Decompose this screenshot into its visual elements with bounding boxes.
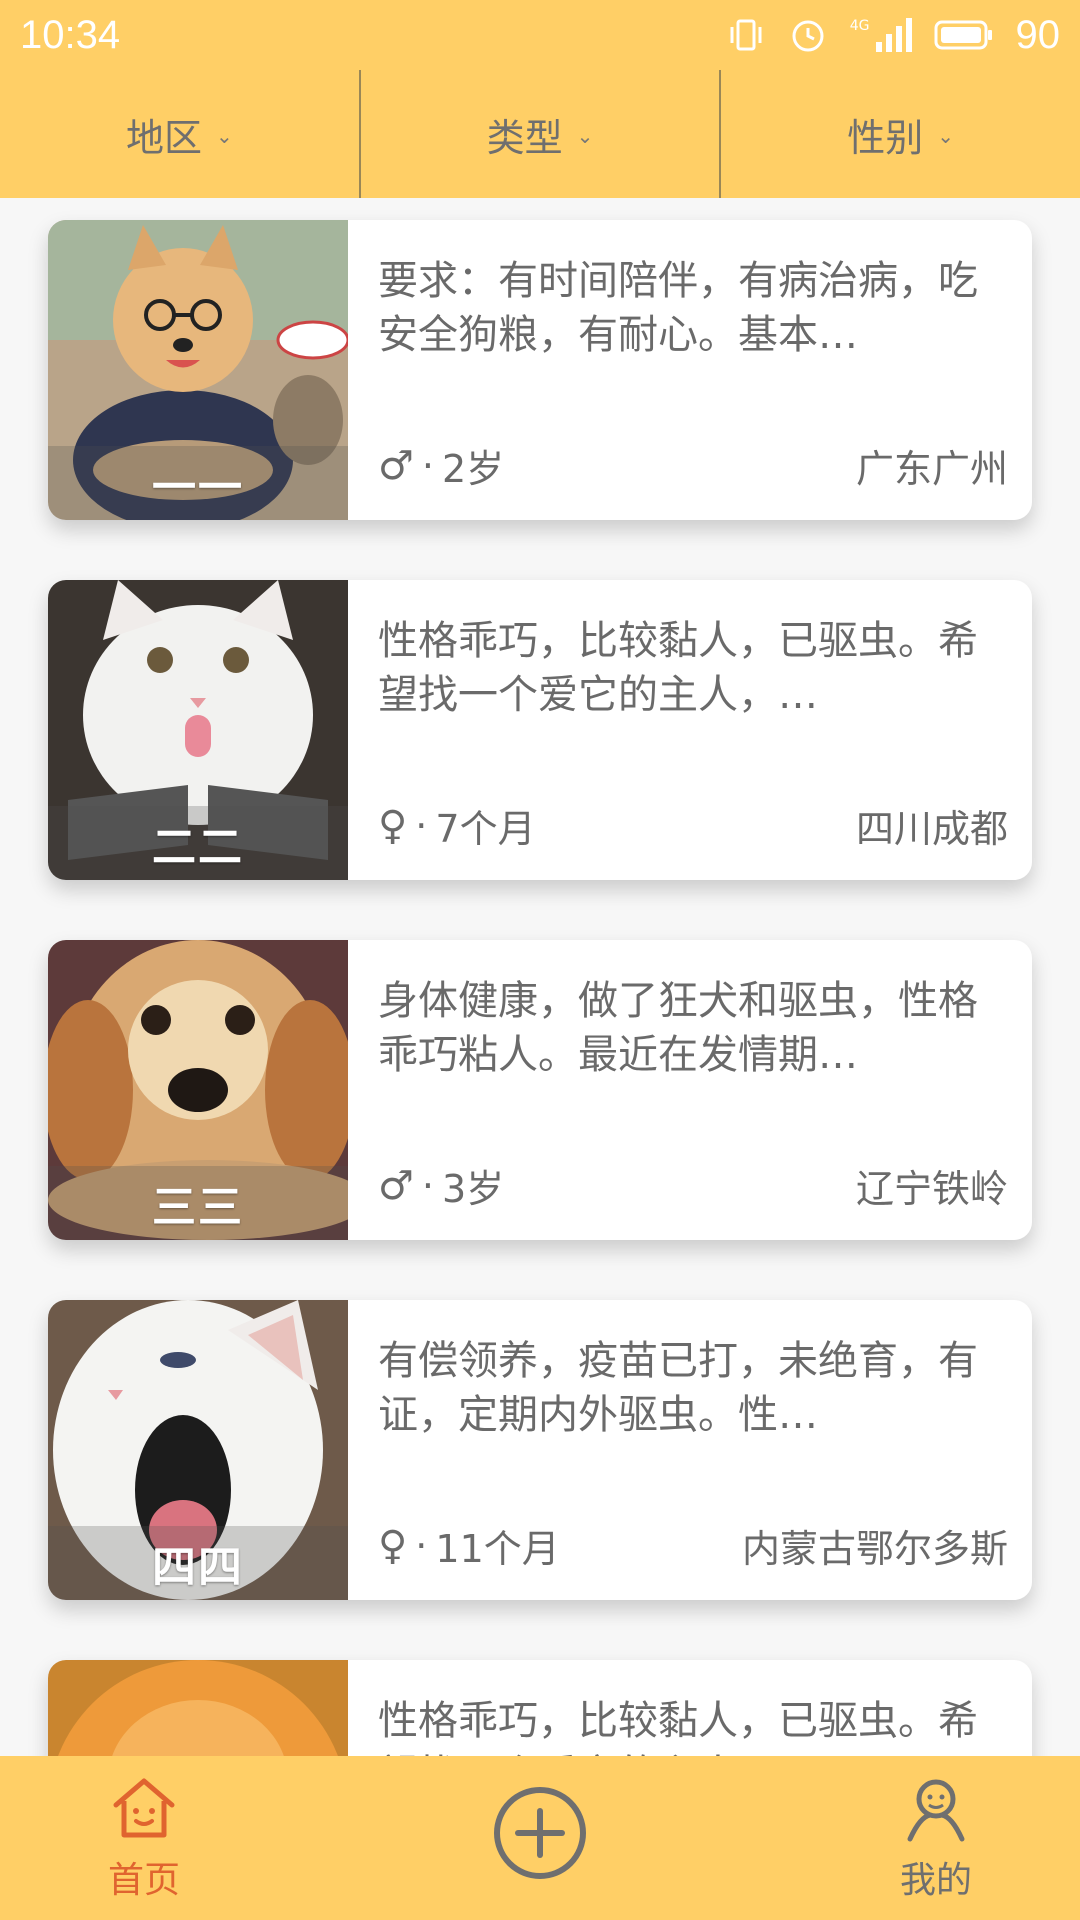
pet-photo: 一一 [48,220,350,520]
female-icon: ♀ [378,1522,408,1569]
pet-age: 7个月 [435,807,536,851]
female-icon: ♀ [378,802,408,849]
pet-location: 辽宁铁岭 [855,1167,1008,1211]
pet-card[interactable]: 性格乖巧，比较黏人，已驱虫。希望找一个爱它的主人，… [48,1660,1032,1756]
network-type: 4G [849,18,870,34]
alarm-icon [792,20,824,52]
user-icon [907,1779,965,1842]
pet-description: 性格乖巧，比较黏人，已驱虫。希望找一个爱它的主人，… [378,618,978,718]
pet-age: 11个月 [435,1527,560,1571]
pet-list[interactable]: 一一 要求：有时间陪伴，有病治病，吃安全狗粮，有耐心。基本… ♂ · 2岁 广东… [0,198,1080,1756]
pet-photo: 三三 [48,940,368,1240]
add-button[interactable] [492,1785,588,1881]
pet-photo: 二二 [48,580,348,880]
pet-name: 三三 [48,1166,348,1240]
status-icons: 4G 90 [726,13,1060,58]
home-icon [113,1778,175,1838]
status-time: 10:34 [20,12,121,57]
signal-icon: 4G [850,18,912,52]
pet-meta: ♂ · 3岁 辽宁铁岭 [378,1158,1008,1213]
dot-separator: · [421,443,434,488]
filter-bar: 地区 ⌄ 类型 ⌄ 性别 ⌄ [0,70,1080,198]
pet-card[interactable]: 四四 有偿领养，疫苗已打，未绝育，有证，定期内外驱虫。性… ♀ · 11个月 内… [48,1300,1032,1600]
battery-level: 90 [1015,12,1061,57]
dog-photo [48,1660,348,1756]
pet-location: 四川成都 [855,807,1008,851]
pet-name: 一一 [48,446,348,520]
battery-icon [934,20,992,50]
chevron-down-icon: ⌄ [576,124,594,148]
pet-description: 身体健康，做了狂犬和驱虫，性格乖巧粘人。最近在发情期… [378,978,978,1078]
pet-card[interactable]: 一一 要求：有时间陪伴，有病治病，吃安全狗粮，有耐心。基本… ♂ · 2岁 广东… [48,220,1032,520]
dot-separator: · [415,803,428,848]
chevron-down-icon: ⌄ [937,124,955,148]
pet-name: 二二 [48,806,348,880]
pet-location: 内蒙古鄂尔多斯 [741,1527,1008,1571]
filter-gender-label: 性别 [847,115,924,160]
pet-meta: ♂ · 2岁 广东广州 [378,438,1008,493]
filter-region[interactable]: 地区 ⌄ [0,70,361,198]
filter-gender[interactable]: 性别 ⌄ [721,70,1080,198]
status-bar: 10:34 4G 90 [0,0,1080,70]
pet-meta: ♀ · 11个月 内蒙古鄂尔多斯 [378,1518,1008,1573]
pet-card[interactable]: 二二 性格乖巧，比较黏人，已驱虫。希望找一个爱它的主人，… ♀ · 7个月 四川… [48,580,1032,880]
pet-meta: ♀ · 7个月 四川成都 [378,798,1008,853]
tab-mine-label: 我的 [899,1860,972,1901]
pet-description: 有偿领养，疫苗已打，未绝育，有证，定期内外驱虫。性… [378,1338,978,1438]
plus-circle-icon [494,1787,586,1879]
chevron-down-icon: ⌄ [215,124,233,148]
pet-location: 广东广州 [855,447,1008,491]
dot-separator: · [415,1523,428,1568]
dot-separator: · [421,1163,434,1208]
tab-home[interactable]: 首页 [108,1773,180,1903]
bottom-tab-bar: 首页 我的 [0,1756,1080,1920]
vibrate-icon [730,19,762,51]
pet-age: 2岁 [441,447,505,491]
male-icon: ♂ [378,1162,414,1209]
filter-type[interactable]: 类型 ⌄ [361,70,722,198]
filter-type-label: 类型 [486,115,563,160]
pet-photo: 四四 [48,1300,348,1600]
filter-region-label: 地区 [125,115,202,160]
pet-name: 四四 [48,1526,348,1600]
pet-age: 3岁 [441,1167,505,1211]
pet-card[interactable]: 三三 身体健康，做了狂犬和驱虫，性格乖巧粘人。最近在发情期… ♂ · 3岁 辽宁… [48,940,1032,1240]
tab-home-label: 首页 [108,1860,181,1901]
tab-mine[interactable]: 我的 [900,1773,972,1903]
pet-description: 要求：有时间陪伴，有病治病，吃安全狗粮，有耐心。基本… [378,258,978,358]
male-icon: ♂ [378,442,414,489]
pet-photo [48,1660,348,1756]
pet-description: 性格乖巧，比较黏人，已驱虫。希望找一个爱它的主人，… [378,1698,978,1756]
